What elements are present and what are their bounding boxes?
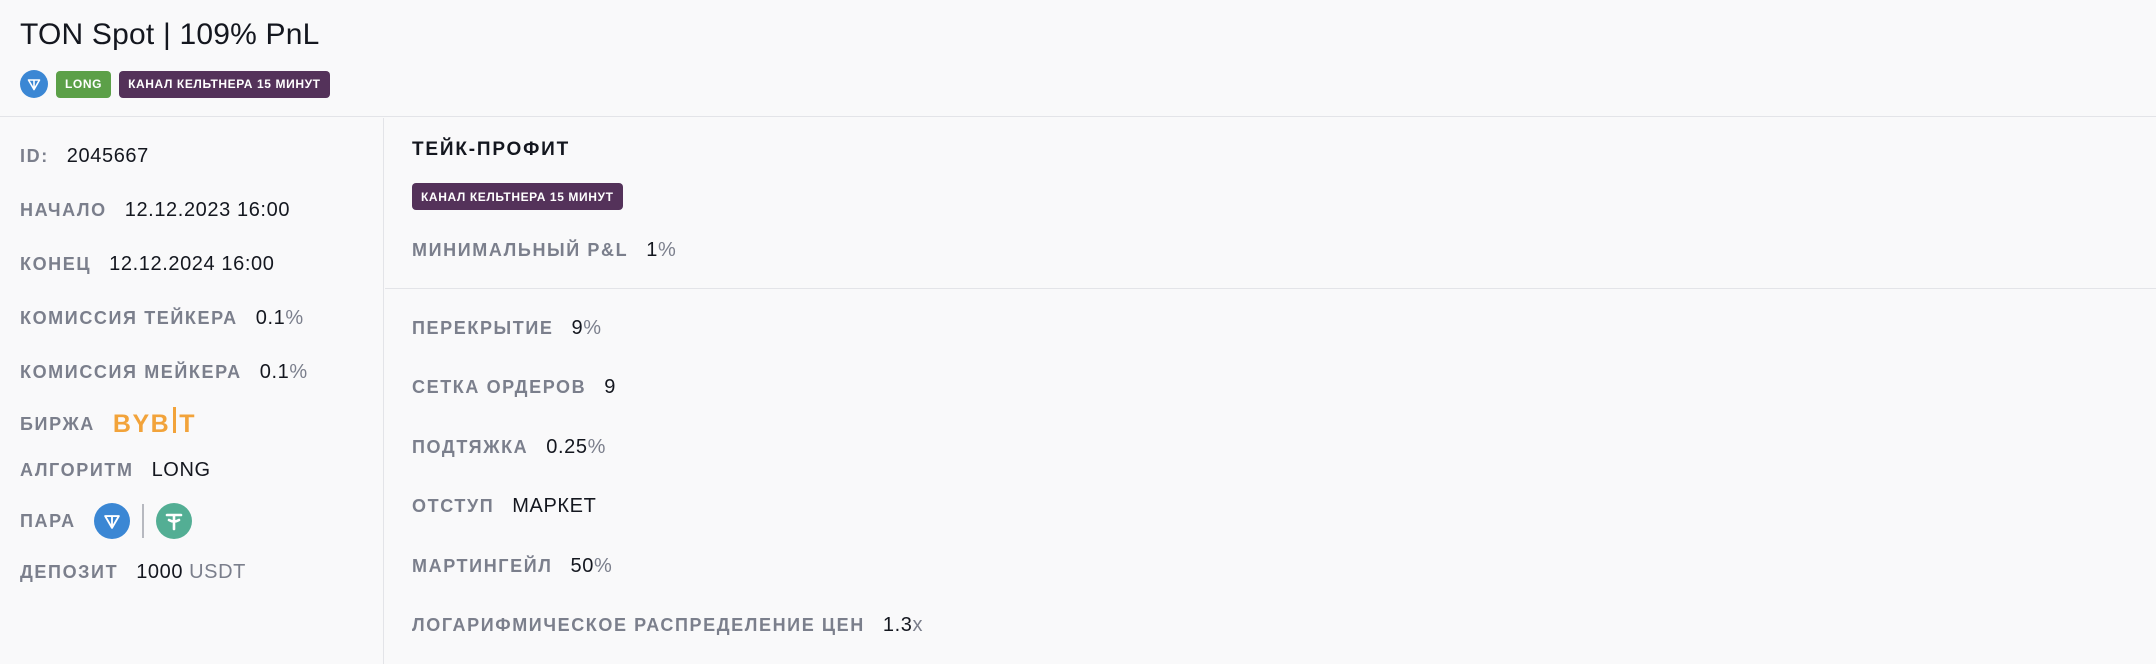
detail-unit: % (289, 360, 308, 383)
detail-value: 12.12.2024 16:00 (109, 252, 275, 275)
setting-order-grid: СЕТКА ОРДЕРОВ 9 (412, 373, 616, 401)
detail-label: КОМИССИЯ МЕЙКЕРА (20, 361, 242, 382)
detail-label: КОНЕЦ (20, 253, 92, 274)
setting-label: ПЕРЕКРЫТИЕ (412, 317, 554, 338)
setting-label: МИНИМАЛЬНЫЙ P&L (412, 239, 629, 260)
page-title: TON Spot | 109% PnL (20, 18, 320, 51)
ton-icon (20, 70, 48, 98)
bot-settings-panel: ТЕЙК-ПРОФИТ КАНАЛ КЕЛЬТНЕРА 15 МИНУТ МИН… (385, 118, 2156, 664)
detail-maker-fee: КОМИССИЯ МЕЙКЕРА 0.1% (20, 358, 308, 386)
setting-overlap: ПЕРЕКРЫТИЕ 9% (412, 314, 602, 342)
detail-unit: % (285, 306, 304, 329)
detail-unit: USDT (189, 560, 246, 583)
pair-separator (141, 504, 144, 538)
setting-offset: ОТСТУП МАРКЕТ (412, 492, 596, 520)
detail-id: ID: 2045667 (20, 142, 149, 170)
bybit-logo: BYB T (113, 407, 196, 439)
take-profit-strategy-badge: КАНАЛ КЕЛЬТНЕРА 15 МИНУТ (412, 183, 623, 210)
setting-label: МАРТИНГЕЙЛ (412, 555, 553, 576)
setting-unit: % (583, 316, 602, 339)
detail-value: 0.1 (259, 360, 290, 383)
setting-label: ЛОГАРИФМИЧЕСКОЕ РАСПРЕДЕЛЕНИЕ ЦЕН (412, 614, 865, 635)
detail-label: КОМИССИЯ ТЕЙКЕРА (20, 307, 238, 328)
detail-taker-fee: КОМИССИЯ ТЕЙКЕРА 0.1% (20, 304, 304, 332)
detail-exchange: БИРЖА BYB T (20, 407, 196, 440)
strategy-badge: КАНАЛ КЕЛЬТНЕРА 15 МИНУТ (119, 70, 330, 98)
detail-value: 0.1 (255, 306, 286, 329)
take-profit-title: ТЕЙК-ПРОФИТ (412, 139, 570, 160)
bot-header: TON Spot | 109% PnL LONG КАНАЛ КЕЛЬТНЕРА… (0, 0, 2156, 117)
detail-value: 1000 (136, 560, 184, 583)
setting-value: МАРКЕТ (512, 494, 597, 517)
setting-pullup: ПОДТЯЖКА 0.25% (412, 433, 606, 461)
detail-deposit: ДЕПОЗИТ 1000 USDT (20, 558, 246, 586)
tether-icon (155, 503, 192, 539)
detail-label: ПАРА (20, 510, 76, 531)
detail-label: ID: (20, 145, 49, 166)
detail-label: ДЕПОЗИТ (20, 561, 119, 582)
setting-label: ПОДТЯЖКА (412, 436, 529, 457)
setting-min-pnl: МИНИМАЛЬНЫЙ P&L 1% (412, 236, 676, 264)
detail-value: LONG (151, 458, 211, 481)
section-divider (385, 288, 2156, 289)
setting-label: ОТСТУП (412, 495, 495, 516)
detail-end: КОНЕЦ 12.12.2024 16:00 (20, 250, 274, 278)
detail-algorithm: АЛГОРИТМ LONG (20, 456, 211, 484)
long-badge: LONG (56, 70, 112, 98)
detail-label: НАЧАЛО (20, 199, 107, 220)
pair-icons (93, 503, 192, 539)
setting-value: 0.25 (546, 435, 588, 458)
setting-martingale: МАРТИНГЕЙЛ 50% (412, 552, 612, 580)
setting-unit: % (593, 554, 613, 577)
setting-value: 1.3 (882, 613, 913, 636)
setting-unit: x (912, 613, 924, 636)
detail-value: 2045667 (66, 144, 149, 167)
detail-label: АЛГОРИТМ (20, 459, 134, 480)
setting-unit: % (587, 435, 606, 458)
detail-label: БИРЖА (20, 413, 95, 434)
setting-value: 1 (646, 238, 658, 261)
bot-details-panel: ID: 2045667 НАЧАЛО 12.12.2023 16:00 КОНЕ… (0, 118, 384, 664)
setting-value: 9 (604, 375, 616, 398)
detail-pair: ПАРА (20, 502, 192, 540)
setting-value: 50 (570, 554, 594, 577)
ton-icon (93, 503, 130, 539)
setting-value: 9 (571, 316, 584, 339)
setting-unit: % (657, 238, 677, 261)
setting-label: СЕТКА ОРДЕРОВ (412, 376, 587, 397)
setting-log-distribution: ЛОГАРИФМИЧЕСКОЕ РАСПРЕДЕЛЕНИЕ ЦЕН 1.3 x (412, 611, 923, 639)
detail-start: НАЧАЛО 12.12.2023 16:00 (20, 196, 290, 224)
header-tags: LONG КАНАЛ КЕЛЬТНЕРА 15 МИНУТ (20, 70, 330, 98)
detail-value: 12.12.2023 16:00 (124, 198, 291, 221)
